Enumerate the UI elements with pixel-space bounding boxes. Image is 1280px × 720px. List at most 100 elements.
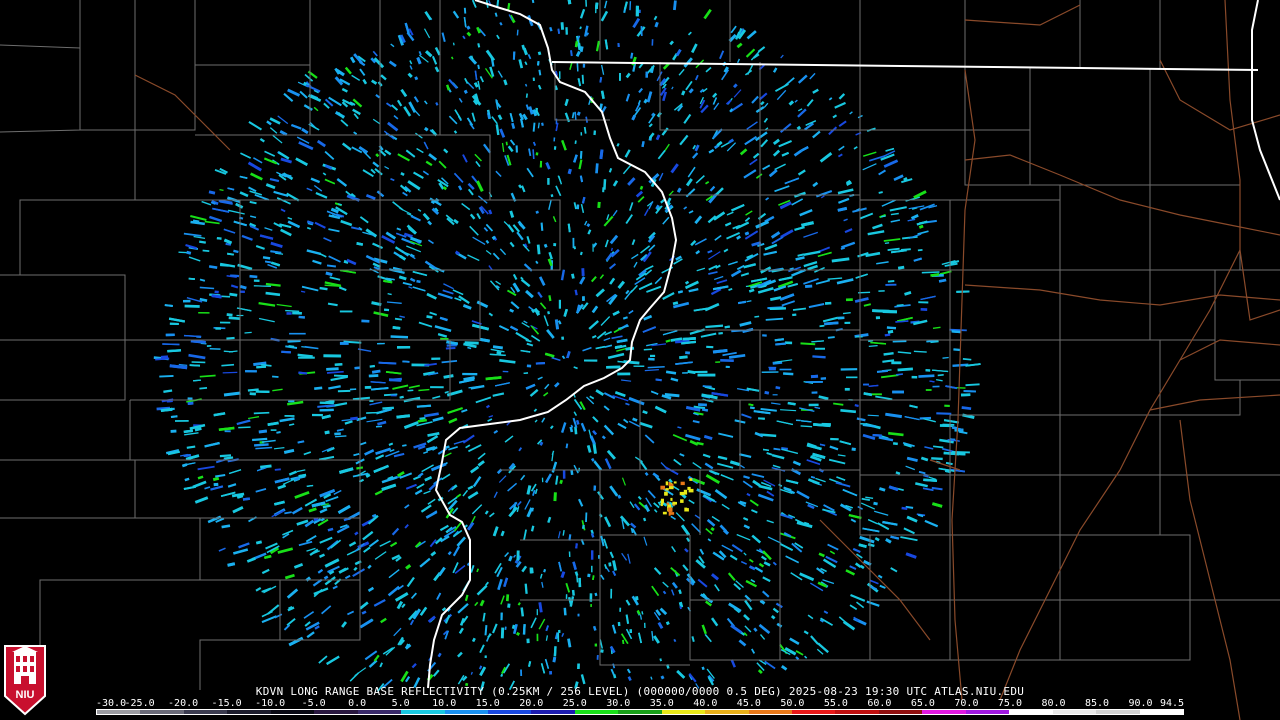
reflectivity-echo xyxy=(443,283,454,290)
reflectivity-echo xyxy=(546,329,555,339)
reflectivity-echo xyxy=(630,52,634,59)
reflectivity-echo xyxy=(284,573,295,580)
reflectivity-echo xyxy=(273,447,285,450)
reflectivity-echo xyxy=(168,317,186,323)
county-borders xyxy=(0,0,1280,690)
reflectivity-echo xyxy=(314,221,326,229)
reflectivity-echo xyxy=(429,311,437,316)
reflectivity-echo xyxy=(350,226,360,231)
reflectivity-echo xyxy=(589,435,596,445)
reflectivity-echo xyxy=(609,551,615,559)
reflectivity-echo xyxy=(765,197,769,201)
reflectivity-echo xyxy=(403,420,419,430)
legend-label: -10.0 xyxy=(255,698,286,709)
reflectivity-echo xyxy=(227,483,237,488)
reflectivity-echo xyxy=(227,252,234,256)
reflectivity-echo xyxy=(700,332,717,338)
reflectivity-echo xyxy=(473,82,479,88)
reflectivity-echo xyxy=(223,391,241,397)
reflectivity-echo xyxy=(255,488,267,493)
reflectivity-echo xyxy=(467,485,474,490)
reflectivity-echo xyxy=(350,416,358,421)
reflectivity-echo xyxy=(854,297,869,303)
reflectivity-echo xyxy=(614,391,626,398)
reflectivity-echo xyxy=(298,473,307,478)
reflectivity-echo xyxy=(710,573,720,581)
niu-logo: NIU xyxy=(4,645,46,716)
reflectivity-echo xyxy=(281,350,291,354)
reflectivity-echo xyxy=(522,624,526,635)
reflectivity-echo xyxy=(524,61,528,66)
reflectivity-echo xyxy=(748,565,756,571)
reflectivity-echo xyxy=(286,618,296,626)
reflectivity-echo xyxy=(712,97,718,105)
reflectivity-echo xyxy=(417,418,427,423)
reflectivity-echo xyxy=(571,112,575,119)
reflectivity-echo xyxy=(160,407,173,412)
reflectivity-echo xyxy=(774,185,790,193)
reflectivity-echo xyxy=(416,148,424,154)
reflectivity-echo xyxy=(360,441,367,446)
reflectivity-echo xyxy=(426,292,437,300)
reflectivity-echo xyxy=(603,405,610,411)
reflectivity-echo xyxy=(501,142,505,152)
reflectivity-echo xyxy=(640,245,651,254)
reflectivity-echo xyxy=(462,154,468,163)
reflectivity-echo xyxy=(812,88,819,94)
reflectivity-echo xyxy=(306,547,316,552)
reflectivity-echo xyxy=(430,462,447,472)
reflectivity-echo xyxy=(648,123,653,128)
reflectivity-echo xyxy=(595,40,600,52)
reflectivity-echo xyxy=(572,417,578,428)
reflectivity-echo xyxy=(664,466,679,476)
reflectivity-echo xyxy=(603,179,607,190)
reflectivity-echo xyxy=(452,42,455,46)
reflectivity-echo xyxy=(374,551,387,560)
reflectivity-echo xyxy=(240,285,247,290)
reflectivity-echo xyxy=(442,289,454,295)
reflectivity-echo xyxy=(477,43,481,48)
reflectivity-echo xyxy=(720,474,734,481)
reflectivity-echo xyxy=(657,149,666,160)
reflectivity-echo xyxy=(319,408,334,412)
reflectivity-echo xyxy=(469,465,480,474)
reflectivity-echo xyxy=(396,414,410,419)
reflectivity-echo xyxy=(665,339,671,343)
reflectivity-echo xyxy=(508,555,513,562)
legend-label: 94.5 xyxy=(1160,698,1185,709)
reflectivity-echo xyxy=(487,418,493,422)
reflectivity-echo xyxy=(710,288,722,296)
reflectivity-echo xyxy=(364,650,378,661)
reflectivity-echo xyxy=(425,510,438,519)
reflectivity-echo xyxy=(592,242,598,248)
reflectivity-echo xyxy=(475,161,481,168)
reflectivity-echo xyxy=(270,241,283,248)
reflectivity-echo xyxy=(921,271,940,274)
reflectivity-echo xyxy=(402,191,408,197)
reflectivity-echo xyxy=(312,578,323,587)
reflectivity-echo xyxy=(837,454,846,457)
reflectivity-echo xyxy=(692,152,699,159)
reflectivity-echo xyxy=(340,219,353,227)
reflectivity-echo xyxy=(335,68,345,77)
reflectivity-echo xyxy=(521,185,526,193)
reflectivity-echo xyxy=(599,149,604,160)
reflectivity-echo xyxy=(906,456,918,463)
reflectivity-echo xyxy=(569,426,574,433)
reflectivity-echo xyxy=(446,340,459,346)
legend-label: 15.0 xyxy=(475,698,500,709)
reflectivity-echo xyxy=(748,403,754,407)
reflectivity-echo xyxy=(413,171,424,179)
reflectivity-echo xyxy=(259,234,274,240)
reflectivity-echo xyxy=(829,550,836,555)
reflectivity-echo xyxy=(280,228,292,237)
reflectivity-echo xyxy=(578,498,584,507)
reflectivity-echo xyxy=(538,69,542,76)
reflectivity-echo xyxy=(731,544,743,553)
reflectivity-echo xyxy=(931,486,943,491)
reflectivity-echo xyxy=(285,309,300,312)
reflectivity-echo xyxy=(682,337,696,341)
reflectivity-echo xyxy=(509,241,515,248)
reflectivity-echo xyxy=(332,585,338,590)
reflectivity-echo xyxy=(687,31,692,36)
